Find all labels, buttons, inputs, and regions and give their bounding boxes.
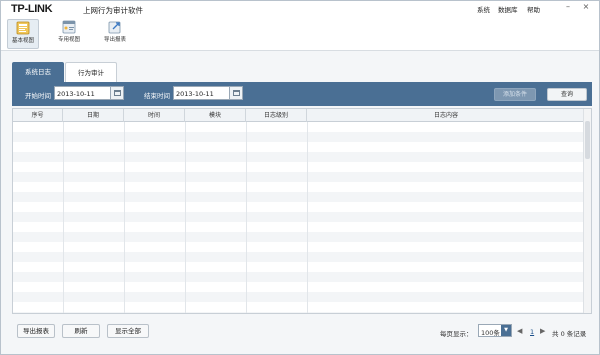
column-divider bbox=[185, 122, 186, 313]
prev-page-icon[interactable]: ◀ bbox=[517, 327, 522, 335]
scrollbar-thumb[interactable] bbox=[585, 121, 590, 159]
column-header-content[interactable]: 日志内容 bbox=[307, 109, 585, 122]
page-number[interactable]: 1 bbox=[530, 328, 534, 336]
end-date-field[interactable]: 2013-10-11 bbox=[173, 86, 243, 100]
column-divider bbox=[246, 122, 247, 313]
menu-system[interactable]: 系统 bbox=[477, 4, 490, 14]
minimize-button[interactable]: – bbox=[563, 2, 573, 12]
table-row-stripe bbox=[13, 192, 585, 202]
start-date-value: 2013-10-11 bbox=[57, 90, 95, 98]
close-button[interactable]: × bbox=[581, 2, 591, 12]
tab-system-log[interactable]: 系统日志 bbox=[12, 62, 64, 82]
table-row-stripe bbox=[13, 312, 585, 313]
export-report-button[interactable]: 导出报表 bbox=[17, 324, 55, 338]
calendar-icon[interactable] bbox=[229, 87, 242, 99]
per-page-value: 100条 bbox=[481, 329, 500, 337]
toolbar-item-label: 专用视图 bbox=[57, 37, 80, 43]
table-body bbox=[13, 122, 585, 313]
title-bar: TP-LINK 上网行为审计软件 系统 数据库 帮助 – × bbox=[1, 1, 599, 17]
column-header-level[interactable]: 日志级别 bbox=[246, 109, 307, 122]
toolbar-item-label: 基本视图 bbox=[11, 38, 34, 44]
column-header-date[interactable]: 日期 bbox=[63, 109, 124, 122]
query-button[interactable]: 查询 bbox=[547, 88, 587, 101]
end-date-value: 2013-10-11 bbox=[176, 90, 214, 98]
column-header-seq[interactable]: 序号 bbox=[13, 109, 63, 122]
table-row-stripe bbox=[13, 272, 585, 282]
footer-bar: 导出报表 刷新 显示全部 每页显示： 100条 ▼ ◀ 1 ▶ 共 0 条记录 bbox=[12, 319, 592, 347]
total-records: 共 0 条记录 bbox=[552, 330, 587, 338]
column-divider bbox=[63, 122, 64, 313]
start-date-field[interactable]: 2013-10-11 bbox=[54, 86, 124, 100]
toolbar-special-view[interactable]: 专用视图 bbox=[53, 19, 85, 49]
menu-database[interactable]: 数据库 bbox=[498, 4, 518, 14]
table-row-stripe bbox=[13, 132, 585, 142]
app-title: 上网行为审计软件 bbox=[83, 6, 143, 15]
table-row-stripe bbox=[13, 212, 585, 222]
column-header-module[interactable]: 模块 bbox=[185, 109, 246, 122]
log-table: 序号 日期 时间 模块 日志级别 日志内容 bbox=[12, 108, 592, 314]
table-row-stripe bbox=[13, 292, 585, 302]
per-page-select[interactable]: 100条 ▼ bbox=[478, 324, 512, 337]
show-all-button[interactable]: 显示全部 bbox=[107, 324, 149, 338]
per-page-label: 每页显示： bbox=[440, 330, 473, 338]
next-page-icon[interactable]: ▶ bbox=[540, 327, 545, 335]
table-row-stripe bbox=[13, 152, 585, 162]
refresh-button[interactable]: 刷新 bbox=[62, 324, 100, 338]
column-divider bbox=[124, 122, 125, 313]
table-row-stripe bbox=[13, 232, 585, 242]
table-row-stripe bbox=[13, 252, 585, 262]
tab-behavior-audit[interactable]: 行为审计 bbox=[65, 62, 117, 82]
filter-bar: 开始时间 2013-10-11 结束时间 2013-10-11 添加条件 查询 bbox=[12, 82, 592, 106]
add-condition-button[interactable]: 添加条件 bbox=[494, 88, 536, 101]
toolbar: 基本视图 专用视图 导出报表 bbox=[1, 17, 599, 51]
start-time-label: 开始时间 bbox=[25, 92, 51, 100]
column-header-time[interactable]: 时间 bbox=[124, 109, 185, 122]
vertical-scrollbar[interactable] bbox=[583, 109, 591, 313]
toolbar-item-label: 导出报表 bbox=[103, 37, 126, 43]
toolbar-export-report[interactable]: 导出报表 bbox=[99, 19, 131, 49]
export-report-icon bbox=[108, 21, 121, 34]
toolbar-basic-view[interactable]: 基本视图 bbox=[7, 19, 39, 49]
calendar-icon[interactable] bbox=[110, 87, 123, 99]
special-view-icon bbox=[62, 20, 76, 34]
basic-view-icon bbox=[16, 21, 30, 35]
menu-help[interactable]: 帮助 bbox=[527, 4, 540, 14]
table-header: 序号 日期 时间 模块 日志级别 日志内容 bbox=[13, 109, 585, 122]
column-divider bbox=[307, 122, 308, 313]
table-row-stripe bbox=[13, 172, 585, 182]
tplink-logo: TP-LINK bbox=[11, 3, 53, 15]
chevron-down-icon[interactable]: ▼ bbox=[501, 325, 511, 336]
end-time-label: 结束时间 bbox=[144, 92, 170, 100]
app-window: TP-LINK 上网行为审计软件 系统 数据库 帮助 – × 基本视图 专用视图… bbox=[0, 0, 600, 355]
